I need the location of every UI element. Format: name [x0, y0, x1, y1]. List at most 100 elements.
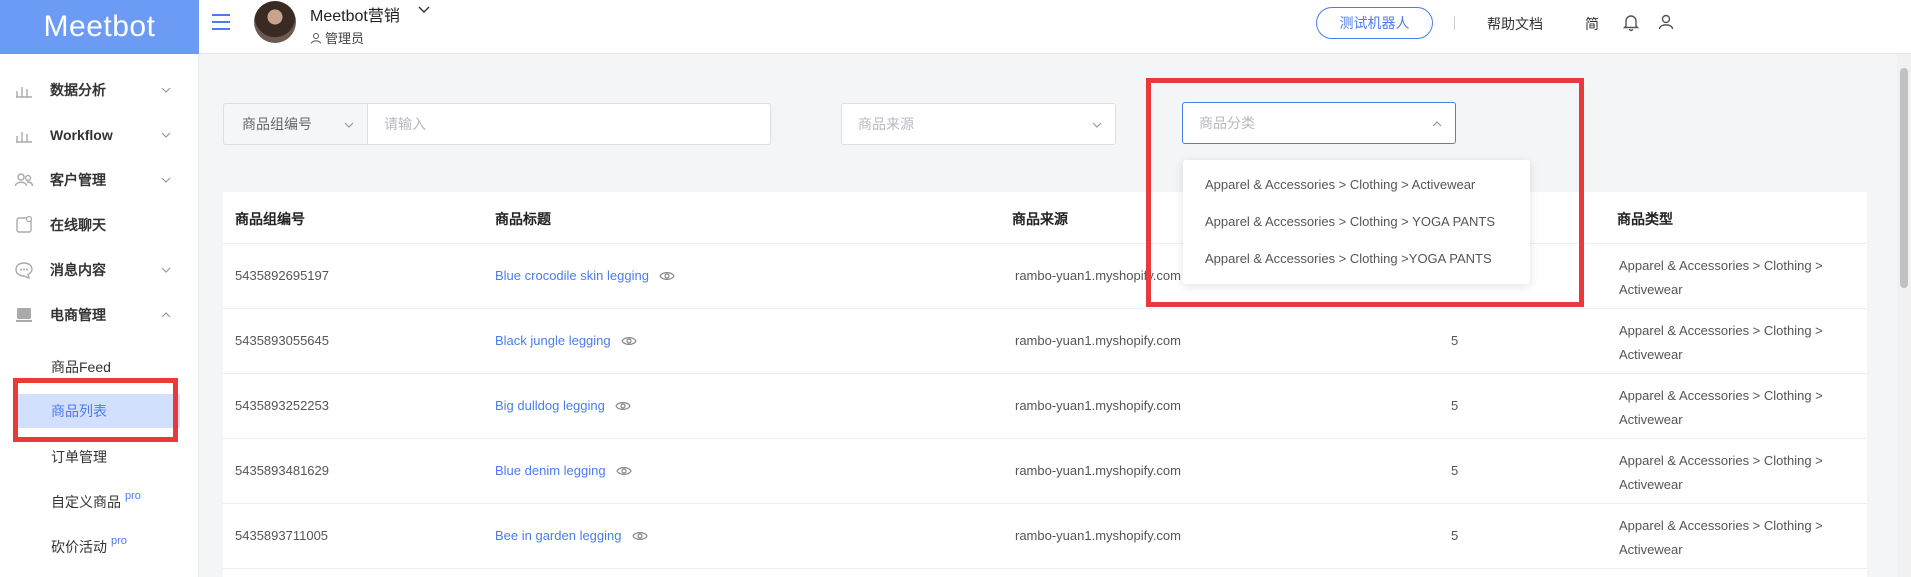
users-icon — [14, 173, 34, 187]
product-source-placeholder: 商品来源 — [858, 116, 914, 132]
product-title-text: Black jungle legging — [495, 333, 611, 348]
group-id-cell: 5435893055645 — [235, 333, 329, 348]
group-id-filter-select[interactable]: 商品组编号 — [223, 103, 367, 145]
table-header: 商品组编号 商品标题 商品来源 商品类型 — [223, 192, 1867, 244]
sidebar-item-label: 自定义商品 — [51, 494, 121, 510]
product-type-cell: Apparel & Accessories > Clothing > Activ… — [1619, 453, 1823, 492]
language-switch[interactable]: 简 — [1585, 14, 1599, 34]
shop-icon — [16, 308, 32, 322]
column-header-type: 商品类型 — [1617, 211, 1673, 227]
header-divider — [1454, 16, 1455, 30]
test-bot-button[interactable]: 测试机器人 — [1316, 7, 1433, 39]
chevron-down-icon — [344, 122, 354, 128]
eye-icon[interactable] — [615, 400, 631, 412]
sidebar-group-ecommerce[interactable]: 电商管理 — [0, 297, 199, 333]
sidebar-group-label: Workflow — [50, 127, 113, 143]
workflow-icon — [16, 132, 32, 143]
table-row: 5435893055645 Black jungle legging rambo… — [223, 309, 1867, 374]
column-header-title: 商品标题 — [495, 211, 551, 227]
sidebar-item-label: 订单管理 — [51, 449, 107, 465]
sidebar-group-label: 消息内容 — [50, 262, 106, 278]
category-option[interactable]: Apparel & Accessories > Clothing > YOGA … — [1183, 203, 1530, 240]
group-id-cell: 5435892695197 — [235, 268, 329, 283]
highlight-box-sidebar — [13, 378, 178, 442]
table-row: 5435893711005 Bee in garden legging ramb… — [223, 504, 1867, 569]
page-scrollbar[interactable] — [1897, 54, 1911, 577]
sidebar-item-order-management[interactable]: 订单管理 — [0, 440, 199, 474]
source-cell: rambo-yuan1.myshopify.com — [1015, 268, 1181, 283]
scrollbar-thumb[interactable] — [1900, 68, 1908, 288]
sidebar-group-live-chat[interactable]: 在线聊天 — [0, 207, 199, 243]
group-id-search-input[interactable] — [367, 103, 771, 145]
eye-icon[interactable] — [631, 530, 648, 542]
count-cell: 5 — [1451, 463, 1459, 478]
product-title-link[interactable]: Blue denim legging — [495, 463, 632, 478]
product-source-select[interactable]: 商品来源 — [841, 103, 1116, 145]
chat-icon — [16, 215, 33, 233]
source-cell: rambo-yuan1.myshopify.com — [1015, 463, 1181, 478]
pro-badge: pro — [125, 490, 141, 502]
product-title-text: Blue denim legging — [495, 463, 606, 478]
sidebar-group-label: 在线聊天 — [50, 217, 106, 233]
product-type-cell: Apparel & Accessories > Clothing > Activ… — [1619, 323, 1823, 362]
product-title-link[interactable]: Bee in garden legging — [495, 528, 648, 543]
pro-badge: pro — [111, 535, 127, 547]
eye-icon[interactable] — [659, 270, 675, 282]
product-category-select[interactable]: 商品分类 — [1182, 102, 1456, 144]
sidebar-item-label: 砍价活动 — [51, 539, 107, 555]
source-cell: rambo-yuan1.myshopify.com — [1015, 528, 1181, 543]
chevron-down-icon — [1092, 122, 1102, 128]
help-docs-link[interactable]: 帮助文档 — [1487, 14, 1543, 34]
logo-text: Meetbot — [43, 10, 156, 43]
product-title-text: Bee in garden legging — [495, 528, 622, 543]
role-text: 管理员 — [325, 31, 365, 46]
meetbot-logo[interactable]: Meetbot — [0, 0, 199, 54]
group-id-cell: 5435893481629 — [235, 463, 329, 478]
sidebar-group-messages[interactable]: 消息内容 — [0, 252, 199, 288]
sidebar-group-data-analysis[interactable]: 数据分析 — [0, 72, 199, 108]
chevron-up-icon — [1432, 121, 1442, 127]
sidebar-item-bargain-campaign[interactable]: 砍价活动 pro — [0, 530, 199, 564]
column-header-source: 商品来源 — [1012, 211, 1068, 227]
source-cell: rambo-yuan1.myshopify.com — [1015, 333, 1181, 348]
chevron-down-icon — [161, 177, 171, 183]
product-type-cell: Apparel & Accessories > Clothing > Activ… — [1619, 388, 1823, 427]
count-cell: 5 — [1451, 333, 1459, 348]
table-row: 5435893252253 Big dulldog legging rambo-… — [223, 374, 1867, 439]
category-dropdown: Apparel & Accessories > Clothing > Activ… — [1183, 160, 1530, 284]
product-title-link[interactable]: Big dulldog legging — [495, 398, 631, 413]
sidebar: 数据分析 Workflow 客户管理 在线聊天 消息内容 电商管理 商品Feed… — [0, 54, 199, 577]
role-label: 管理员 — [310, 28, 364, 47]
account-name[interactable]: Meetbot营销 — [310, 2, 400, 26]
product-category-placeholder: 商品分类 — [1199, 115, 1255, 131]
count-cell: 5 — [1451, 398, 1459, 413]
sidebar-item-label: 商品Feed — [51, 359, 111, 375]
sidebar-item-custom-products[interactable]: 自定义商品 pro — [0, 485, 199, 519]
product-title-text: Big dulldog legging — [495, 398, 605, 413]
top-bar: Meetbot营销 管理员 — [199, 0, 1911, 54]
chevron-down-icon — [161, 267, 171, 273]
table-row: 5435892695197 Blue crocodile skin leggin… — [223, 244, 1867, 309]
product-type-cell: Apparel & Accessories > Clothing > Activ… — [1619, 258, 1823, 297]
sidebar-group-customers[interactable]: 客户管理 — [0, 162, 199, 198]
product-title-link[interactable]: Black jungle legging — [495, 333, 637, 348]
bell-icon[interactable] — [1621, 12, 1641, 32]
category-option[interactable]: Apparel & Accessories > Clothing > Activ… — [1183, 166, 1530, 203]
column-header-group-id: 商品组编号 — [235, 211, 305, 227]
chevron-down-icon — [161, 132, 171, 138]
eye-icon[interactable] — [620, 335, 637, 347]
count-cell: 5 — [1451, 528, 1459, 543]
chevron-down-icon — [161, 87, 171, 93]
menu-toggle-icon[interactable] — [212, 14, 230, 30]
product-title-link[interactable]: Blue crocodile skin legging — [495, 268, 675, 283]
sidebar-group-label: 客户管理 — [50, 172, 106, 188]
product-title-text: Blue crocodile skin legging — [495, 268, 649, 283]
category-option[interactable]: Apparel & Accessories > Clothing >YOGA P… — [1183, 240, 1530, 277]
chevron-down-icon[interactable] — [417, 3, 431, 17]
user-icon[interactable] — [1656, 12, 1676, 32]
chevron-up-icon — [161, 312, 171, 318]
group-id-cell: 5435893711005 — [235, 528, 329, 543]
sidebar-group-workflow[interactable]: Workflow — [0, 117, 199, 153]
avatar[interactable] — [254, 1, 296, 43]
eye-icon[interactable] — [615, 465, 632, 477]
